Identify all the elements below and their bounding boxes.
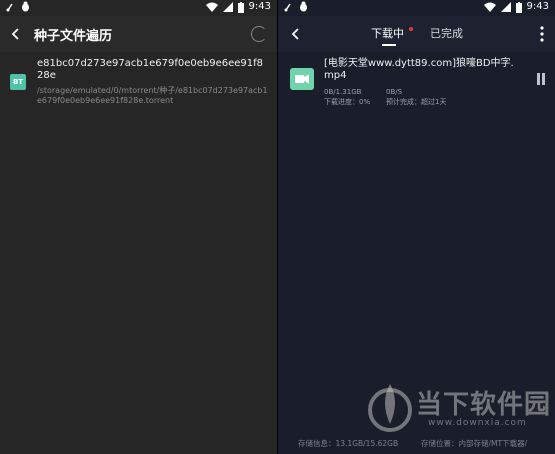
download-eta: 预计完成：超过1天 <box>386 98 447 106</box>
battery-icon <box>515 1 522 13</box>
download-speed: 0B/S <box>386 88 403 96</box>
status-bar: 9:43 <box>278 0 555 14</box>
toolbar: 下载中 已完成 <box>278 16 555 52</box>
toolbar: 种子文件遍历 <box>0 16 277 52</box>
status-bar: 9:43 <box>0 0 277 14</box>
video-file-icon <box>290 68 314 90</box>
signal-icon <box>222 2 233 12</box>
torrent-bt-icon: BT <box>10 74 26 90</box>
notification-icon <box>284 3 291 11</box>
list-item[interactable]: BT e81bc07d273e97acb1e679f0e0eb9e6ee91f8… <box>0 56 277 112</box>
active-tab-indicator <box>382 44 396 46</box>
tab-downloading[interactable]: 下载中 <box>371 25 404 41</box>
loading-spinner-icon <box>251 26 267 42</box>
more-vert-icon[interactable] <box>539 26 545 42</box>
download-size: 0B/1.31GB <box>324 88 362 96</box>
status-time: 9:43 <box>526 1 549 12</box>
notification-icon <box>6 3 13 11</box>
download-item[interactable]: [电影天堂www.dytt89.com]狼嚎BD中字.mp4 0B/1.31GB… <box>278 58 555 108</box>
file-path: /storage/emulated/0/mtorrent/种子/e81bc07d… <box>37 86 268 105</box>
status-time: 9:43 <box>248 1 271 12</box>
download-manager-screen: 9:43 下载中 已完成 [电影天堂www.dytt89.com]狼嚎BD中字.… <box>278 0 555 454</box>
bug-icon <box>22 1 29 12</box>
wifi-icon <box>205 2 218 12</box>
storage-footer: 存储信息：13.1GB/15.62GB 存储位置：内部存储/MT下载器/ <box>278 438 555 450</box>
download-file-name: [电影天堂www.dytt89.com]狼嚎BD中字.mp4 <box>324 58 514 81</box>
pause-icon[interactable] <box>535 73 547 87</box>
back-arrow-icon[interactable] <box>6 24 26 44</box>
battery-icon <box>237 1 244 13</box>
unread-dot <box>409 27 413 31</box>
storage-info: 存储信息：13.1GB/15.62GB <box>298 439 399 448</box>
tab-completed[interactable]: 已完成 <box>430 25 463 41</box>
page-title: 种子文件遍历 <box>34 29 113 44</box>
bug-icon <box>300 1 307 12</box>
storage-location: 存储位置：内部存储/MT下载器/ <box>421 439 528 448</box>
wifi-icon <box>483 2 496 12</box>
signal-icon <box>500 2 511 12</box>
torrent-browser-screen: 9:43 种子文件遍历 BT e81bc07d273e97acb1e679f0e… <box>0 0 277 454</box>
file-name: e81bc07d273e97acb1e679f0e0eb9e6ee91f828e <box>37 58 264 81</box>
back-arrow-icon[interactable] <box>286 24 306 44</box>
download-progress: 下载进度：0% <box>324 98 371 106</box>
